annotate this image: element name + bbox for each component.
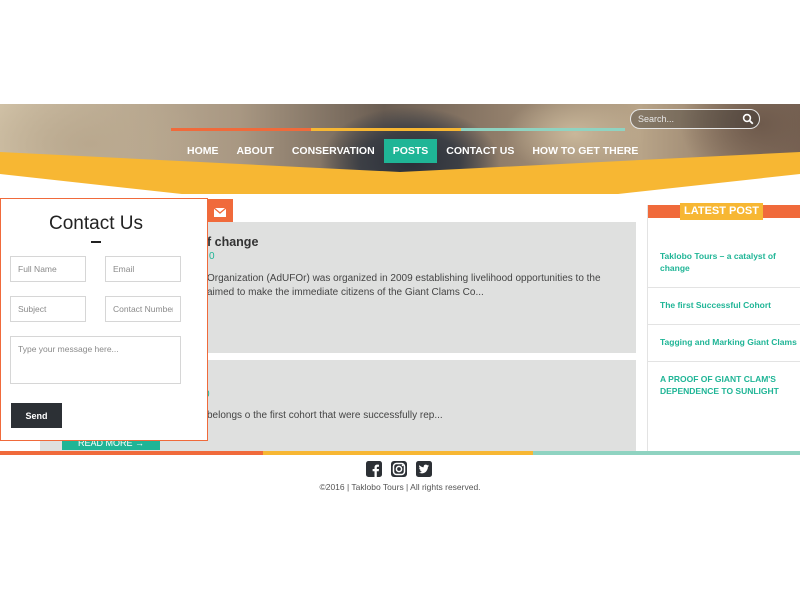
search-box[interactable] <box>630 109 760 129</box>
post-excerpt: belongs o the first cohort that were suc… <box>207 410 443 421</box>
latest-post-sidebar: LATEST POST Taklobo Tours – a catalyst o… <box>647 203 800 454</box>
main-navigation: HOME ABOUT CONSERVATION POSTS CONTACT US… <box>178 139 647 163</box>
contact-form-title: Contact Us <box>49 213 143 234</box>
post-excerpt: Organization (AdUFOr) was organized in 2… <box>207 273 601 298</box>
accent-stripe-mint <box>461 128 625 131</box>
search-input[interactable] <box>638 111 738 126</box>
sidebar-post-link[interactable]: Tagging and Marking Giant Clams <box>660 337 798 349</box>
accent-stripe-orange <box>171 128 311 131</box>
divider <box>648 361 800 362</box>
footer-stripe-yellow <box>263 451 533 455</box>
latest-post-heading: LATEST POST <box>680 203 763 220</box>
subject-field[interactable] <box>10 296 86 322</box>
instagram-icon[interactable] <box>391 461 407 477</box>
send-button[interactable]: Send <box>11 403 62 428</box>
sidebar-post-link[interactable]: A PROOF OF GIANT CLAM'S DEPENDENCE TO SU… <box>660 374 798 397</box>
nav-posts[interactable]: POSTS <box>383 139 438 163</box>
nav-about[interactable]: ABOUT <box>228 139 283 163</box>
nav-home[interactable]: HOME <box>178 139 228 163</box>
email-field[interactable] <box>105 256 181 282</box>
accent-stripe-yellow <box>311 128 461 131</box>
title-underline <box>91 241 101 243</box>
search-icon[interactable] <box>742 113 754 125</box>
contact-form-panel: Contact Us Send <box>0 198 208 441</box>
copyright-text: ©2016 | Taklobo Tours | All rights reser… <box>319 482 481 492</box>
divider <box>648 287 800 288</box>
nav-how-to-get-there[interactable]: HOW TO GET THERE <box>523 139 647 163</box>
comment-count: 0 <box>209 251 215 262</box>
message-field[interactable] <box>10 336 181 384</box>
header-banner: HOME ABOUT CONSERVATION POSTS CONTACT US… <box>0 104 800 194</box>
divider <box>648 324 800 325</box>
nav-contact-us[interactable]: CONTACT US <box>437 139 523 163</box>
facebook-icon[interactable] <box>366 461 382 477</box>
sidebar-post-link[interactable]: The first Successful Cohort <box>660 300 798 312</box>
post-title[interactable]: f change <box>207 235 258 249</box>
sidebar-post-link[interactable]: Taklobo Tours – a catalyst of change <box>660 251 798 274</box>
full-name-field[interactable] <box>10 256 86 282</box>
nav-conservation[interactable]: CONSERVATION <box>283 139 384 163</box>
twitter-icon[interactable] <box>416 461 432 477</box>
contact-number-field[interactable] <box>105 296 181 322</box>
footer-stripe-mint <box>533 451 800 455</box>
footer-stripe-orange <box>0 451 263 455</box>
